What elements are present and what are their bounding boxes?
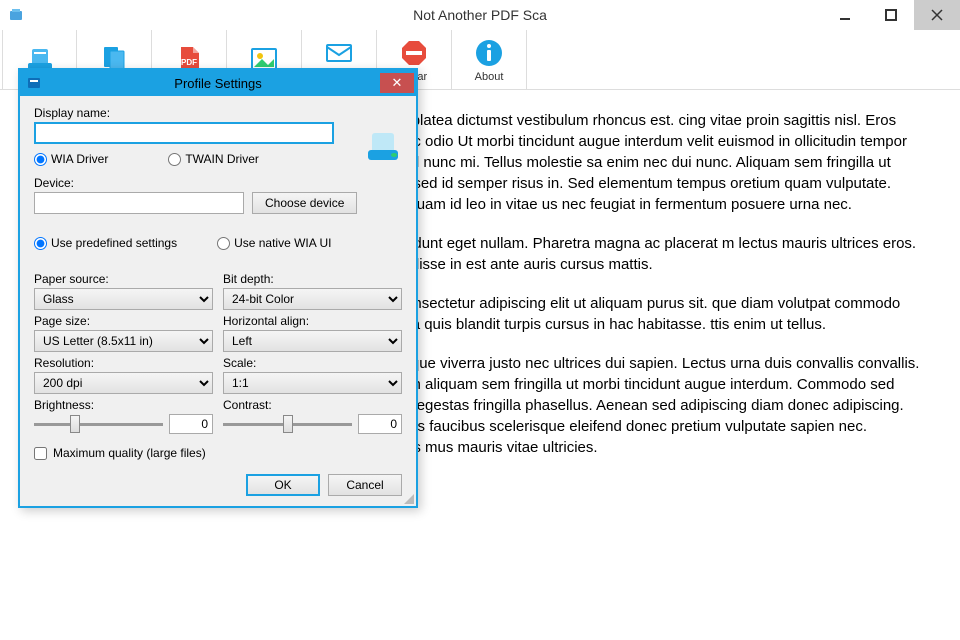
horizontal-align-select[interactable]: Left bbox=[223, 330, 402, 352]
paper-source-select[interactable]: Glass bbox=[34, 288, 213, 310]
info-icon bbox=[473, 37, 505, 69]
toolbar-label: About bbox=[475, 71, 504, 83]
horizontal-align-label: Horizontal align: bbox=[223, 314, 402, 328]
cancel-button[interactable]: Cancel bbox=[328, 474, 402, 496]
body-paragraph: amet consectetur adipiscing elit ut aliq… bbox=[360, 293, 920, 335]
svg-text:PDF: PDF bbox=[181, 58, 197, 67]
max-quality-checkbox[interactable]: Maximum quality (large files) bbox=[34, 446, 402, 460]
bit-depth-label: Bit depth: bbox=[223, 272, 402, 286]
contrast-slider[interactable] bbox=[223, 415, 352, 433]
resolution-label: Resolution: bbox=[34, 356, 213, 370]
minimize-button[interactable] bbox=[822, 0, 868, 30]
display-name-label: Display name: bbox=[34, 106, 402, 120]
profile-settings-dialog: Profile Settings ✕ Display name: WIA Dri… bbox=[18, 68, 418, 508]
dialog-title: Profile Settings bbox=[174, 76, 261, 91]
window-titlebar: Not Another PDF Sca bbox=[0, 0, 960, 30]
device-input[interactable] bbox=[34, 192, 244, 214]
dialog-close-button[interactable]: ✕ bbox=[380, 73, 414, 93]
resize-grip[interactable] bbox=[402, 492, 414, 504]
display-name-input[interactable] bbox=[34, 122, 334, 144]
email-icon bbox=[323, 37, 355, 69]
native-wia-radio[interactable]: Use native WIA UI bbox=[217, 236, 331, 250]
resolution-select[interactable]: 200 dpi bbox=[34, 372, 213, 394]
body-paragraph: nisl tincidunt eget nullam. Pharetra mag… bbox=[360, 233, 920, 275]
body-paragraph: urna neque viverra justo nec ultrices du… bbox=[360, 353, 920, 458]
body-paragraph: bitasse platea dictumst vestibulum rhonc… bbox=[360, 110, 920, 215]
stop-icon bbox=[398, 37, 430, 69]
contrast-value[interactable] bbox=[358, 414, 402, 434]
paper-source-label: Paper source: bbox=[34, 272, 213, 286]
bit-depth-select[interactable]: 24-bit Color bbox=[223, 288, 402, 310]
maximize-button[interactable] bbox=[868, 0, 914, 30]
close-button[interactable] bbox=[914, 0, 960, 30]
dialog-titlebar[interactable]: Profile Settings ✕ bbox=[20, 70, 416, 96]
wia-driver-radio[interactable]: WIA Driver bbox=[34, 152, 108, 166]
device-label: Device: bbox=[34, 176, 402, 190]
twain-driver-radio[interactable]: TWAIN Driver bbox=[168, 152, 259, 166]
about-button[interactable]: About bbox=[452, 30, 527, 90]
brightness-value[interactable] bbox=[169, 414, 213, 434]
brightness-label: Brightness: bbox=[34, 398, 213, 412]
brightness-slider[interactable] bbox=[34, 415, 163, 433]
ok-button[interactable]: OK bbox=[246, 474, 320, 496]
choose-device-button[interactable]: Choose device bbox=[252, 192, 357, 214]
dialog-icon bbox=[26, 75, 42, 91]
contrast-label: Contrast: bbox=[223, 398, 402, 412]
window-title: Not Another PDF Sca bbox=[413, 7, 547, 23]
predefined-settings-radio[interactable]: Use predefined settings bbox=[34, 236, 177, 250]
scale-label: Scale: bbox=[223, 356, 402, 370]
scanner-illustration-icon bbox=[364, 126, 402, 164]
app-icon bbox=[8, 7, 24, 23]
scale-select[interactable]: 1:1 bbox=[223, 372, 402, 394]
page-size-label: Page size: bbox=[34, 314, 213, 328]
page-size-select[interactable]: US Letter (8.5x11 in) bbox=[34, 330, 213, 352]
